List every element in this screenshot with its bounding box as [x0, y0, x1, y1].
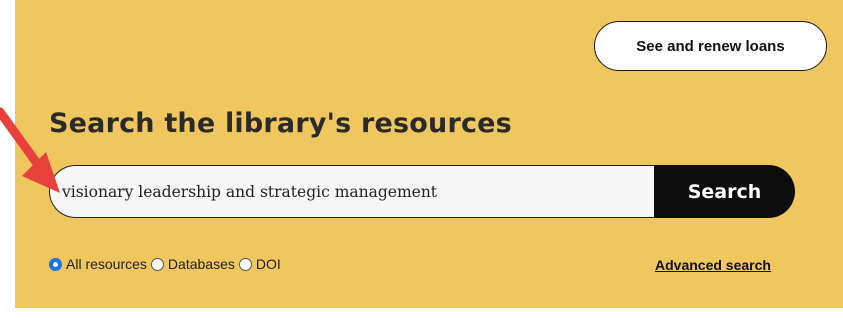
radio-label-doi[interactable]: DOI	[256, 256, 281, 272]
radio-label-all-resources[interactable]: All resources	[66, 256, 147, 272]
radio-all-resources[interactable]	[49, 257, 62, 271]
red-arrow-icon	[0, 107, 60, 193]
advanced-search-link[interactable]: Advanced search	[655, 257, 771, 273]
radio-label-databases[interactable]: Databases	[168, 256, 235, 272]
radio-doi[interactable]	[238, 257, 252, 271]
search-input[interactable]	[49, 165, 655, 218]
search-heading: Search the library's resources	[49, 108, 512, 139]
radio-databases[interactable]	[150, 257, 164, 271]
page: See and renew loans Search the library's…	[0, 0, 843, 326]
search-button[interactable]: Search	[654, 165, 795, 218]
see-and-renew-loans-button[interactable]: See and renew loans	[594, 21, 827, 71]
search-scope-options: All resources Databases DOI	[49, 256, 285, 272]
